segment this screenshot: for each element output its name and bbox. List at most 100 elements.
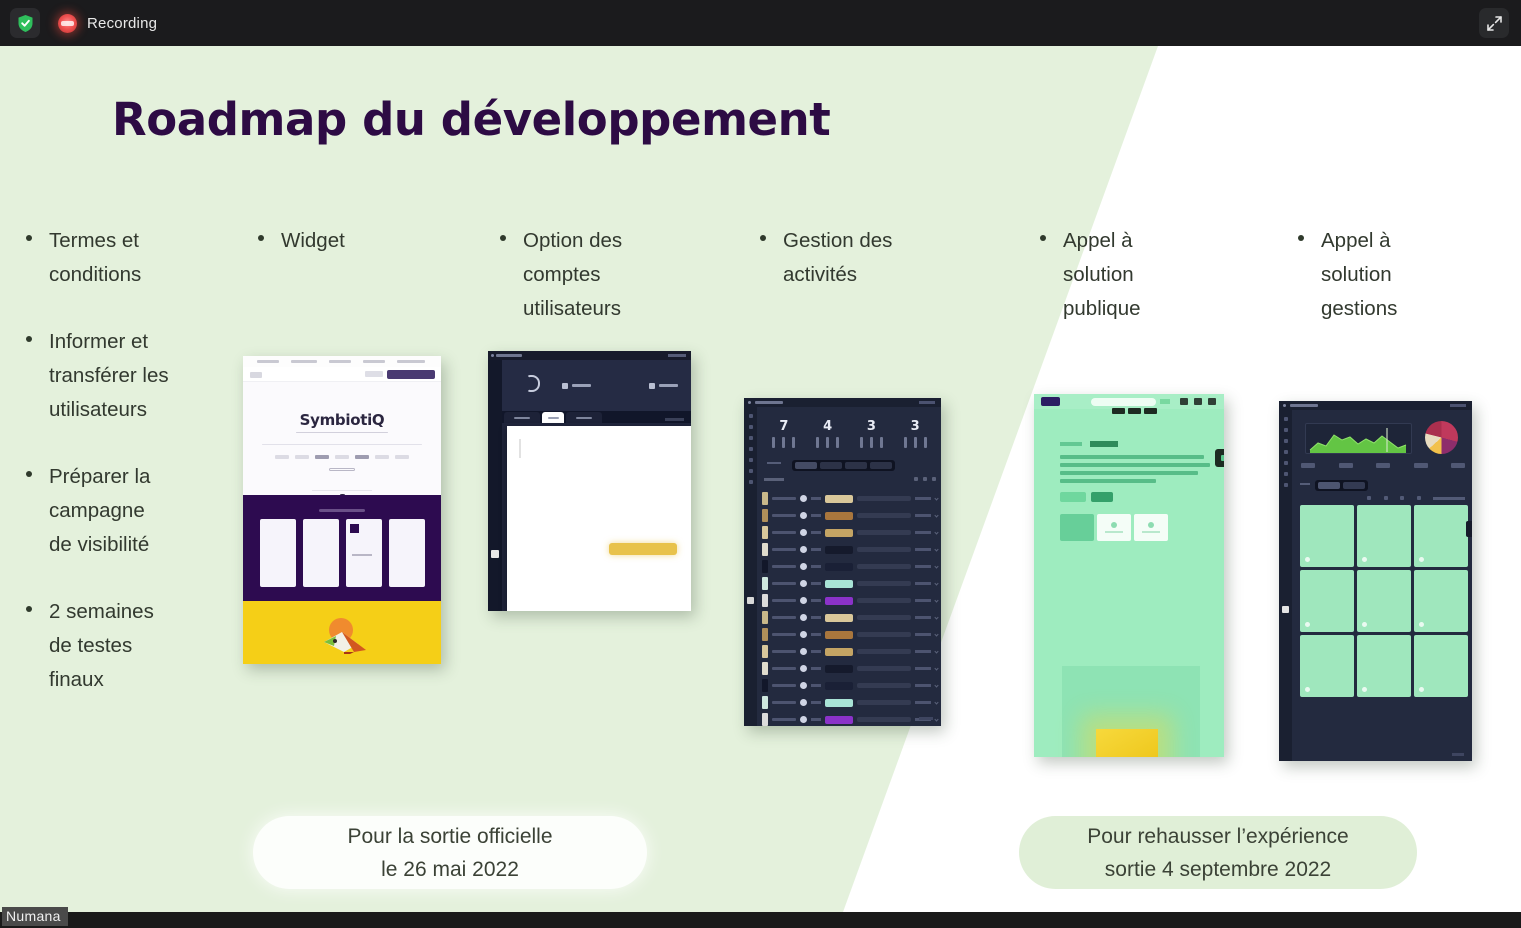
mock-card <box>1060 514 1094 541</box>
bullet-label: Widget <box>281 229 345 252</box>
mock-nav-item <box>649 382 678 389</box>
column-public-solution: Appel à solution publique <box>1040 224 1210 350</box>
bullet-dot-icon <box>26 336 32 342</box>
mock-card <box>302 519 339 587</box>
mock-yellow-section <box>243 601 441 664</box>
screen-root: Recording Roadmap du développement Terme… <box>0 0 1521 928</box>
expand-diagonal-icon[interactable] <box>1479 8 1509 38</box>
table-row <box>762 660 939 677</box>
mock-filter-chips <box>275 454 409 459</box>
stat-value: 7 <box>779 419 789 434</box>
mock-pill[interactable] <box>1343 482 1365 489</box>
mock-card-row <box>1060 514 1206 541</box>
bullet-label: Préparer la campagne de visibilité <box>49 465 151 556</box>
stat-value: 4 <box>823 419 833 434</box>
bullet-dot-icon <box>1298 235 1304 241</box>
bullet-label: Appel à solution gestions <box>1321 229 1398 320</box>
list-item: Préparer la campagne de visibilité <box>26 460 241 562</box>
caption-line-2: sortie 4 septembre 2022 <box>1104 857 1332 881</box>
bullet-dot-icon <box>26 471 32 477</box>
activities-dashboard-mockup: 7 4 3 3 <box>744 398 941 726</box>
column-user-accounts: Option des comptes utilisateurs <box>500 224 690 350</box>
mock-side-tab[interactable] <box>1466 521 1472 537</box>
bullet-label: Gestion des activités <box>783 229 893 286</box>
solution-management-dashboard-mockup <box>1279 401 1472 761</box>
mock-tab <box>566 412 602 423</box>
list-item: 2 semaines de testes finaux <box>26 595 241 697</box>
list-item: Appel à solution publique <box>1040 224 1210 326</box>
mock-top-nav <box>243 356 441 367</box>
list-item: Termes et conditions <box>26 224 241 292</box>
bullet-dot-icon <box>26 235 32 241</box>
caption-line-2: le 26 mai 2022 <box>381 857 519 881</box>
list-item: Option des comptes utilisateurs <box>500 224 690 326</box>
mock-area-chart <box>1305 423 1412 454</box>
mock-pill[interactable] <box>1318 482 1340 489</box>
mock-pill[interactable] <box>795 462 817 469</box>
mock-stat-row: 7 4 3 3 <box>762 420 937 448</box>
mock-card <box>259 519 296 587</box>
mock-card <box>388 519 425 587</box>
table-row <box>762 609 939 626</box>
column-activities: Gestion des activités <box>760 224 950 316</box>
bullet-dot-icon <box>760 235 766 241</box>
table-row <box>762 575 939 592</box>
mock-card <box>345 519 382 587</box>
mock-primary-button[interactable] <box>609 543 677 555</box>
shield-check-icon[interactable] <box>10 8 40 38</box>
mock-side-rail <box>488 360 502 611</box>
mock-window-bar <box>488 351 691 360</box>
record-dot-icon[interactable] <box>58 13 77 33</box>
bullet-dot-icon <box>500 235 506 241</box>
mock-side-rail <box>744 407 757 726</box>
mock-form-panel <box>507 426 691 611</box>
list-item: Informer et transférer les utilisateurs <box>26 325 241 427</box>
bullet-label: Appel à solution publique <box>1063 229 1141 320</box>
mock-top-bar <box>1034 394 1224 409</box>
bullet-label: Option des comptes utilisateurs <box>523 229 623 320</box>
mock-card <box>1300 570 1354 632</box>
list-item: Widget <box>258 224 438 258</box>
mock-tab-pills <box>1315 480 1368 491</box>
recording-status-label: Recording <box>87 14 158 32</box>
stat-card: 3 <box>893 420 937 448</box>
stat-value: 3 <box>866 419 876 434</box>
table-row <box>762 490 939 507</box>
mock-card <box>1414 570 1468 632</box>
mock-window-bar <box>744 398 941 407</box>
mock-pill[interactable] <box>845 462 867 469</box>
bullet-label: 2 semaines de testes finaux <box>49 600 154 691</box>
table-row <box>762 643 939 660</box>
bullet-dot-icon <box>26 606 32 612</box>
column-terms: Termes et conditions Informer et transfé… <box>26 224 241 730</box>
table-row <box>762 677 939 694</box>
caption-line-1: Pour la sortie officielle <box>347 824 553 848</box>
mock-card <box>1357 505 1411 567</box>
mock-card <box>1357 570 1411 632</box>
table-row <box>762 694 939 711</box>
column-solution-management: Appel à solution gestions <box>1298 224 1468 350</box>
mock-card <box>1357 635 1411 697</box>
list-item: Appel à solution gestions <box>1298 224 1468 326</box>
bottom-letterbox <box>0 912 1521 928</box>
mock-side-tab[interactable] <box>1215 449 1224 467</box>
fish-illustration-icon <box>324 618 366 654</box>
mock-side-rail <box>1279 410 1292 761</box>
symbiotiq-website-mockup: SymbiotiQ <box>243 356 441 664</box>
table-row <box>762 592 939 609</box>
bullet-label: Informer et transférer les utilisateurs <box>49 330 169 421</box>
mock-toolbar <box>764 477 936 481</box>
mock-table <box>762 490 939 726</box>
mock-card <box>1414 635 1468 697</box>
stat-card: 7 <box>762 420 806 448</box>
bullet-label: Termes et conditions <box>49 229 142 286</box>
bullet-dot-icon <box>1040 235 1046 241</box>
recording-toolbar: Recording <box>0 0 1521 46</box>
public-solution-page-mockup <box>1034 394 1224 757</box>
mock-article <box>1034 409 1224 541</box>
column-widget: Widget <box>258 224 438 282</box>
mock-pill[interactable] <box>820 462 842 469</box>
mock-pill[interactable] <box>870 462 892 469</box>
mock-pie-chart <box>1425 421 1458 454</box>
mock-card <box>1097 514 1131 541</box>
